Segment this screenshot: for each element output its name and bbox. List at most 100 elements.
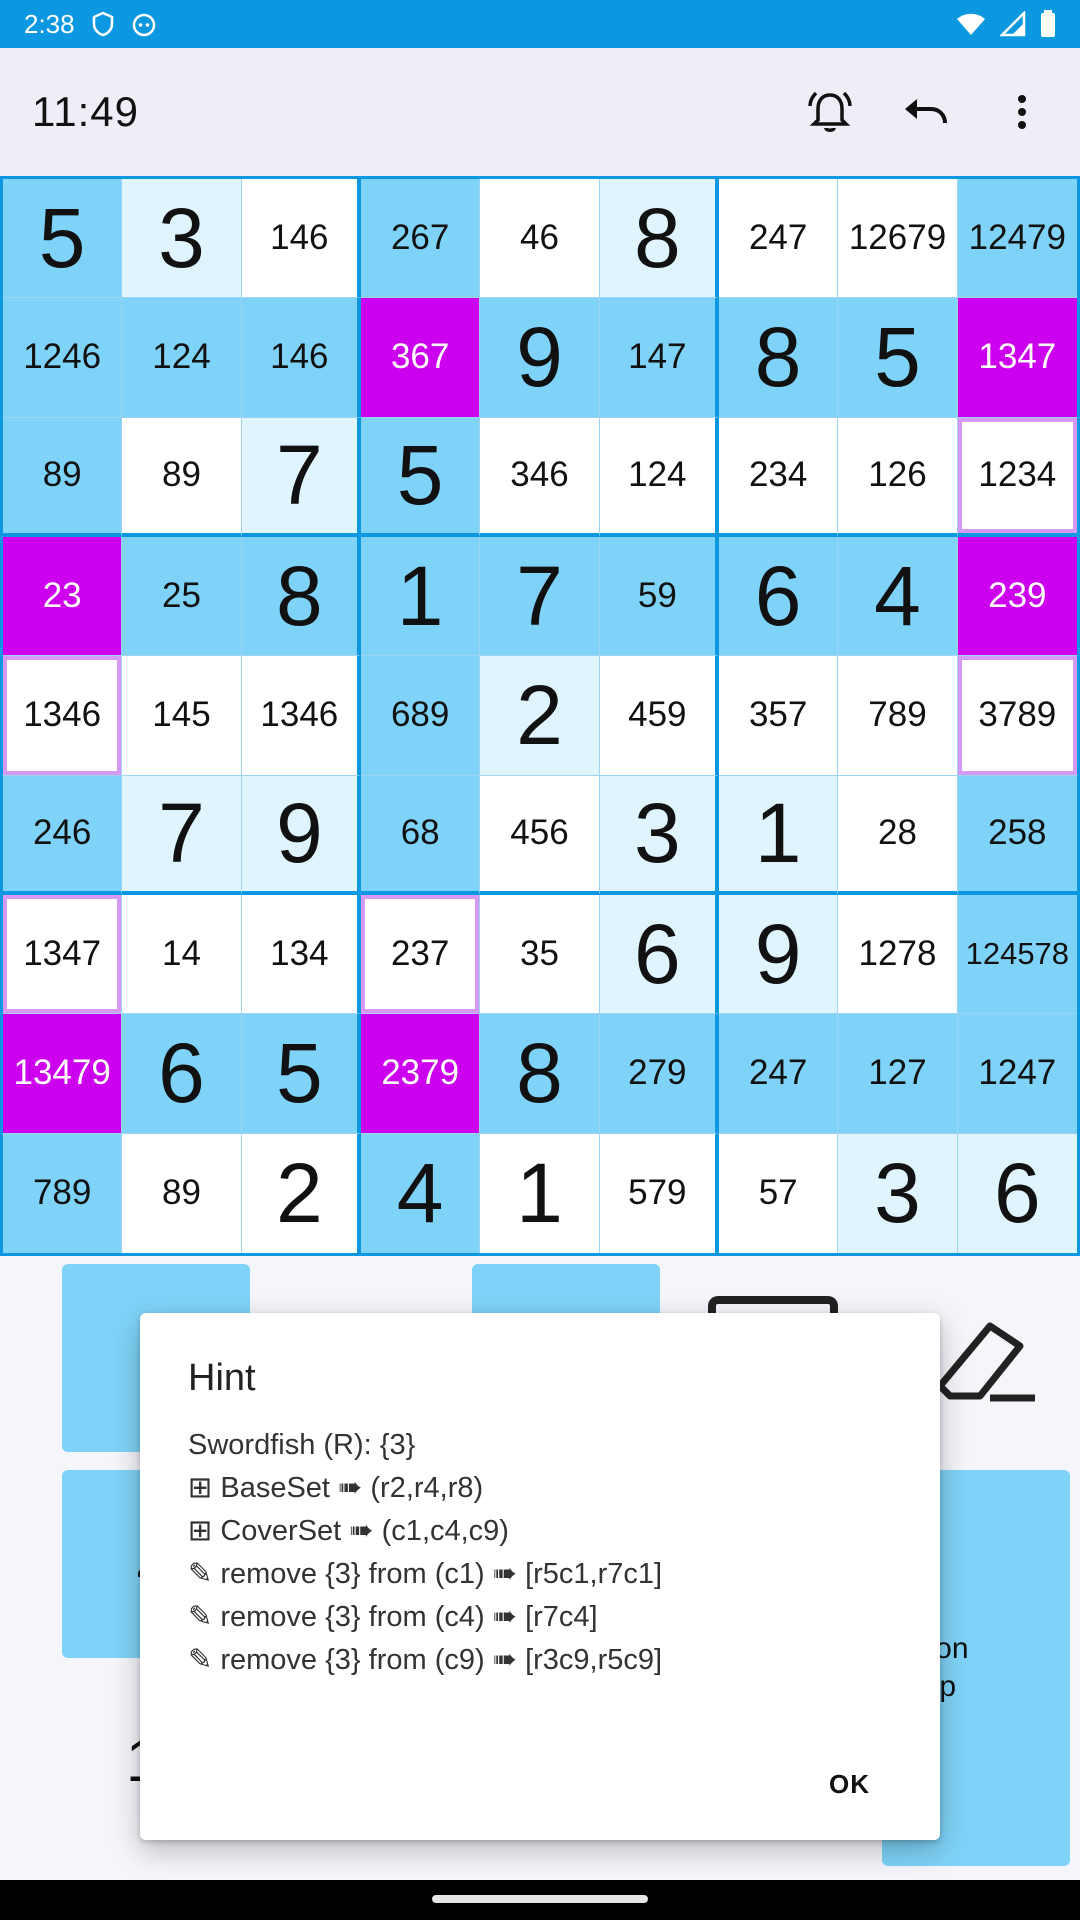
hint-line-coverset: ⊞ CoverSet ➠ (c1,c4,c9) <box>188 1515 509 1547</box>
sudoku-cell-r3c4[interactable]: 5 <box>361 417 481 537</box>
dialog-title: Hint <box>188 1357 256 1399</box>
sudoku-cell-r1c9[interactable]: 12479 <box>957 179 1077 299</box>
sudoku-cell-r7c7[interactable]: 9 <box>719 895 839 1015</box>
undo-icon[interactable] <box>900 86 952 138</box>
sudoku-cell-r7c6[interactable]: 6 <box>599 895 719 1015</box>
sudoku-cell-r7c9[interactable]: 124578 <box>957 895 1077 1015</box>
sudoku-cell-r5c3[interactable]: 1346 <box>241 656 361 776</box>
sudoku-cell-r4c5[interactable]: 7 <box>480 537 600 657</box>
sudoku-cell-r6c8[interactable]: 28 <box>838 775 958 895</box>
alarm-icon[interactable] <box>804 86 856 138</box>
sudoku-cell-r1c5[interactable]: 46 <box>480 179 600 299</box>
sudoku-cell-r9c2[interactable]: 89 <box>122 1133 242 1253</box>
sudoku-cell-r5c1[interactable]: 1346 <box>3 656 123 776</box>
sudoku-cell-r3c5[interactable]: 346 <box>480 417 600 537</box>
sudoku-cell-r9c9[interactable]: 6 <box>957 1133 1077 1253</box>
sudoku-cell-r7c2[interactable]: 14 <box>122 895 242 1015</box>
sudoku-cell-r8c2[interactable]: 6 <box>122 1014 242 1134</box>
sudoku-cell-r2c3[interactable]: 146 <box>241 298 361 418</box>
sudoku-cell-r6c6[interactable]: 3 <box>599 775 719 895</box>
sudoku-cell-r8c4[interactable]: 2379 <box>361 1014 481 1134</box>
hint-line-technique: Swordfish (R): {3} <box>188 1429 416 1461</box>
sudoku-cell-r8c5[interactable]: 8 <box>480 1014 600 1134</box>
sudoku-cell-r2c1[interactable]: 1246 <box>3 298 123 418</box>
sudoku-cell-r1c2[interactable]: 3 <box>122 179 242 299</box>
sudoku-cell-r5c8[interactable]: 789 <box>838 656 958 776</box>
sudoku-cell-r6c7[interactable]: 1 <box>719 775 839 895</box>
sudoku-cell-r6c4[interactable]: 68 <box>361 775 481 895</box>
sudoku-cell-r3c7[interactable]: 234 <box>719 417 839 537</box>
sudoku-cell-r2c4[interactable]: 367 <box>361 298 481 418</box>
sudoku-cell-r1c3[interactable]: 146 <box>241 179 361 299</box>
sudoku-cell-r6c1[interactable]: 246 <box>3 775 123 895</box>
sudoku-cell-r9c3[interactable]: 2 <box>241 1133 361 1253</box>
sudoku-cell-r9c5[interactable]: 1 <box>480 1133 600 1253</box>
sudoku-cell-r2c2[interactable]: 124 <box>122 298 242 418</box>
sudoku-cell-r4c1[interactable]: 23 <box>3 537 123 657</box>
sudoku-cell-r1c8[interactable]: 12679 <box>838 179 958 299</box>
sudoku-cell-r2c7[interactable]: 8 <box>719 298 839 418</box>
sudoku-cell-r2c9[interactable]: 1347 <box>957 298 1077 418</box>
sudoku-cell-r1c7[interactable]: 247 <box>719 179 839 299</box>
sudoku-cell-r6c2[interactable]: 7 <box>122 775 242 895</box>
sudoku-cell-r5c4[interactable]: 689 <box>361 656 481 776</box>
sudoku-cell-r5c9[interactable]: 3789 <box>957 656 1077 776</box>
sudoku-cell-r5c7[interactable]: 357 <box>719 656 839 776</box>
hint-dialog: Hint Swordfish (R): {3} ⊞ BaseSet ➠ (r2,… <box>140 1313 940 1840</box>
home-handle[interactable] <box>432 1895 648 1903</box>
sudoku-cell-r7c4[interactable]: 237 <box>361 895 481 1015</box>
sudoku-cell-r8c1[interactable]: 13479 <box>3 1014 123 1134</box>
navigation-bar <box>0 1880 1080 1920</box>
sudoku-cell-r1c1[interactable]: 5 <box>3 179 123 299</box>
sudoku-cell-r4c2[interactable]: 25 <box>122 537 242 657</box>
sudoku-cell-r8c9[interactable]: 1247 <box>957 1014 1077 1134</box>
sudoku-cell-r9c8[interactable]: 3 <box>838 1133 958 1253</box>
battery-icon <box>1040 10 1056 38</box>
sudoku-cell-r2c5[interactable]: 9 <box>480 298 600 418</box>
sudoku-cell-r4c7[interactable]: 6 <box>719 537 839 657</box>
signal-icon <box>1000 11 1026 37</box>
sudoku-cell-r5c5[interactable]: 2 <box>480 656 600 776</box>
sudoku-cell-r4c9[interactable]: 239 <box>957 537 1077 657</box>
status-time: 2:38 <box>24 8 75 39</box>
cat-icon <box>131 11 157 37</box>
sudoku-cell-r3c3[interactable]: 7 <box>241 417 361 537</box>
sudoku-cell-r9c4[interactable]: 4 <box>361 1133 481 1253</box>
sudoku-cell-r8c7[interactable]: 247 <box>719 1014 839 1134</box>
sudoku-cell-r9c6[interactable]: 579 <box>599 1133 719 1253</box>
sudoku-cell-r4c3[interactable]: 8 <box>241 537 361 657</box>
sudoku-cell-r9c1[interactable]: 789 <box>3 1133 123 1253</box>
status-bar: 2:38 <box>0 0 1080 48</box>
sudoku-cell-r5c2[interactable]: 145 <box>122 656 242 776</box>
hint-line-remove-c4: ✎ remove {3} from (c4) ➠ [r7c4] <box>188 1601 598 1633</box>
hint-line-baseset: ⊞ BaseSet ➠ (r2,r4,r8) <box>188 1472 484 1504</box>
sudoku-cell-r8c3[interactable]: 5 <box>241 1014 361 1134</box>
sudoku-cell-r5c6[interactable]: 459 <box>599 656 719 776</box>
sudoku-cell-r7c3[interactable]: 134 <box>241 895 361 1015</box>
sudoku-cell-r8c6[interactable]: 279 <box>599 1014 719 1134</box>
sudoku-cell-r8c8[interactable]: 127 <box>838 1014 958 1134</box>
sudoku-cell-r3c9[interactable]: 1234 <box>957 417 1077 537</box>
more-vert-icon[interactable] <box>996 86 1048 138</box>
sudoku-cell-r7c8[interactable]: 1278 <box>838 895 958 1015</box>
eraser-icon[interactable] <box>930 1306 1040 1406</box>
sudoku-cell-r9c7[interactable]: 57 <box>719 1133 839 1253</box>
sudoku-cell-r6c9[interactable]: 258 <box>957 775 1077 895</box>
sudoku-cell-r1c4[interactable]: 267 <box>361 179 481 299</box>
sudoku-cell-r4c8[interactable]: 4 <box>838 537 958 657</box>
sudoku-cell-r7c5[interactable]: 35 <box>480 895 600 1015</box>
sudoku-cell-r1c6[interactable]: 8 <box>599 179 719 299</box>
sudoku-cell-r2c6[interactable]: 147 <box>599 298 719 418</box>
sudoku-cell-r3c8[interactable]: 126 <box>838 417 958 537</box>
sudoku-cell-r3c6[interactable]: 124 <box>599 417 719 537</box>
sudoku-grid: 5 3 146 267 46 8 247 12679 12479 1246 124 146 367 9 14… <box>0 176 1080 1256</box>
sudoku-cell-r2c8[interactable]: 5 <box>838 298 958 418</box>
sudoku-cell-r3c2[interactable]: 89 <box>122 417 242 537</box>
ok-button[interactable]: OK <box>829 1769 870 1800</box>
sudoku-cell-r6c3[interactable]: 9 <box>241 775 361 895</box>
sudoku-cell-r6c5[interactable]: 456 <box>480 775 600 895</box>
sudoku-cell-r4c6[interactable]: 59 <box>599 537 719 657</box>
sudoku-cell-r4c4[interactable]: 1 <box>361 537 481 657</box>
sudoku-cell-r3c1[interactable]: 89 <box>3 417 123 537</box>
sudoku-cell-r7c1[interactable]: 1347 <box>3 895 123 1015</box>
